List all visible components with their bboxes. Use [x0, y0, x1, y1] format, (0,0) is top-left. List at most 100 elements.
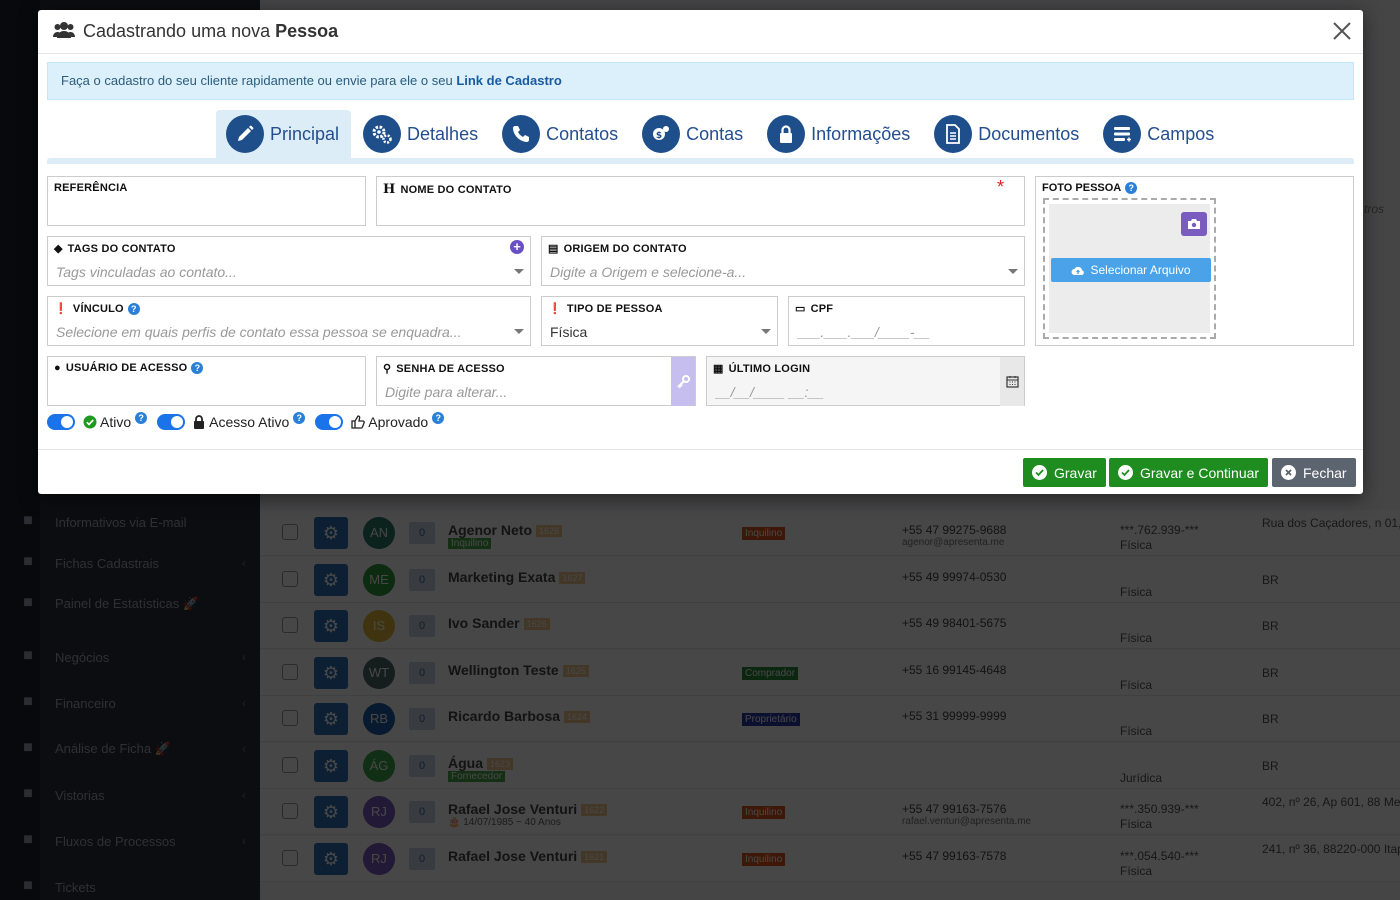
reference-input[interactable] [48, 199, 365, 225]
access-active-toggle-group: Acesso Ativo ? [157, 412, 306, 430]
tab-label: Contas [686, 123, 744, 144]
cpf-field[interactable]: ▭ CPF [788, 296, 1025, 346]
phone-icon [502, 115, 541, 153]
last-login-input [707, 379, 1002, 405]
person-type-select[interactable] [542, 319, 777, 345]
photo-label: FOTO PESSOA? [1042, 182, 1138, 194]
status-toggles: Ativo ? Acesso Ativo ? Aprovado ? [47, 412, 454, 430]
required-marker: * [996, 177, 1004, 197]
contact-origin-field[interactable]: ▤ ORIGEM DO CONTATO [541, 236, 1025, 286]
calendar-icon: ▦ [713, 363, 724, 375]
select-file-button[interactable]: Selecionar Arquivo [1051, 258, 1211, 282]
tab-contatos[interactable]: Contatos [492, 110, 630, 158]
money-icon: $ [642, 115, 681, 153]
key-icon: ⚲ [383, 363, 392, 375]
link-field[interactable]: ❗ VÍNCULO? [47, 296, 531, 346]
modal-title-bold: Pessoa [275, 21, 339, 41]
contact-tags-field[interactable]: ◆ TAGS DO CONTATO + [47, 236, 531, 286]
check-circle-icon [83, 415, 97, 429]
calendar-button[interactable] [1000, 357, 1024, 406]
chevron-down-icon[interactable] [514, 269, 524, 274]
contact-name-input[interactable] [377, 199, 1024, 225]
approved-label: Aprovado [368, 414, 429, 430]
select-file-label: Selecionar Arquivo [1090, 263, 1191, 277]
users-icon [53, 21, 75, 42]
tab-contas[interactable]: $ Contas [632, 110, 755, 158]
help-icon[interactable]: ? [1125, 182, 1138, 194]
contact-tags-label: ◆ TAGS DO CONTATO [54, 242, 176, 256]
tab-informacoes[interactable]: Informações [757, 110, 922, 158]
info-alert: Faça o cadastro do seu cliente rapidamen… [47, 62, 1354, 100]
info-icon: ❗ [548, 303, 562, 315]
add-tag-icon[interactable]: + [510, 240, 524, 254]
modal-title: Cadastrando uma nova Pessoa [83, 21, 338, 42]
modal-header: Cadastrando uma nova Pessoa [38, 10, 1363, 54]
chevron-down-icon[interactable] [514, 329, 524, 334]
help-icon[interactable]: ? [432, 412, 445, 424]
document-icon [934, 115, 973, 153]
last-login-field: ▦ ÚLTIMO LOGIN [706, 356, 1025, 406]
approved-toggle[interactable] [315, 414, 344, 430]
registration-link[interactable]: Link de Cadastro [456, 73, 561, 88]
calendar-icon [1005, 376, 1019, 388]
access-user-field[interactable]: ● USUÁRIO DE ACESSO? [47, 356, 366, 406]
access-user-input[interactable] [48, 379, 365, 405]
access-active-label: Acesso Ativo [209, 414, 290, 430]
active-toggle-group: Ativo ? [47, 412, 148, 430]
check-circle-icon [1118, 465, 1133, 480]
person-type-field[interactable]: ❗ TIPO DE PESSOA [541, 296, 778, 346]
contact-name-field[interactable]: H NOME DO CONTATO * [376, 176, 1025, 226]
svg-text:$: $ [656, 131, 662, 141]
list-icon [1103, 115, 1142, 153]
help-icon[interactable]: ? [127, 302, 140, 315]
chevron-down-icon[interactable] [1008, 269, 1018, 274]
contact-tags-input[interactable] [48, 259, 530, 285]
help-icon[interactable]: ? [293, 412, 306, 424]
chevron-down-icon[interactable] [761, 329, 771, 334]
modal-tabs: Principal Detalhes Contatos $ Contas Inf… [216, 110, 1228, 158]
tab-documentos[interactable]: Documentos [924, 110, 1091, 158]
close-label: Fechar [1303, 464, 1347, 481]
modal-title-prefix: Cadastrando uma nova [83, 21, 276, 41]
reference-label: REFERÊNCIA [54, 182, 128, 194]
link-input[interactable] [48, 319, 530, 345]
save-button[interactable]: Gravar [1023, 458, 1106, 487]
help-icon[interactable]: ? [191, 362, 204, 374]
close-button[interactable]: Fechar [1272, 458, 1356, 487]
info-icon: ❗ [54, 303, 68, 315]
reference-field[interactable]: REFERÊNCIA [47, 176, 366, 226]
lock-icon [767, 115, 806, 153]
pencil-icon [226, 115, 264, 153]
active-toggle[interactable] [47, 414, 75, 430]
help-icon[interactable]: ? [135, 412, 148, 424]
tab-label: Detalhes [407, 123, 479, 144]
camera-button[interactable] [1181, 212, 1207, 236]
access-user-label: ● USUÁRIO DE ACESSO? [54, 362, 204, 374]
gears-icon [363, 115, 402, 153]
modal-footer: Gravar Gravar e Continuar Fechar [38, 449, 1363, 494]
id-card-icon: ▭ [795, 303, 806, 315]
cpf-input[interactable] [789, 319, 1024, 345]
tags-icon: ◆ [54, 243, 63, 255]
photo-field: FOTO PESSOA? Selecionar Arquivo [1035, 176, 1354, 346]
person-type-label: ❗ TIPO DE PESSOA [548, 302, 663, 316]
contact-origin-input[interactable] [542, 259, 1024, 285]
generate-password-button[interactable] [671, 357, 695, 406]
access-password-input[interactable] [377, 379, 672, 405]
tab-campos[interactable]: Campos [1093, 110, 1226, 158]
contact-origin-label: ▤ ORIGEM DO CONTATO [548, 242, 687, 256]
cpf-label: ▭ CPF [795, 302, 834, 316]
access-password-field[interactable]: ⚲ SENHA DE ACESSO [376, 356, 696, 406]
tab-label: Campos [1147, 123, 1215, 144]
photo-dropzone[interactable]: Selecionar Arquivo [1043, 198, 1216, 339]
new-person-modal: Cadastrando uma nova Pessoa Faça o cadas… [38, 10, 1363, 494]
heading-icon: H [383, 182, 396, 197]
save-and-continue-button[interactable]: Gravar e Continuar [1109, 458, 1269, 487]
approved-toggle-group: Aprovado ? [315, 412, 445, 430]
link-label: ❗ VÍNCULO? [54, 302, 140, 315]
access-active-toggle[interactable] [157, 414, 186, 430]
thumbs-up-icon [351, 415, 366, 429]
tab-principal[interactable]: Principal [216, 110, 352, 158]
close-icon[interactable] [1329, 18, 1355, 44]
tab-detalhes[interactable]: Detalhes [353, 110, 490, 158]
